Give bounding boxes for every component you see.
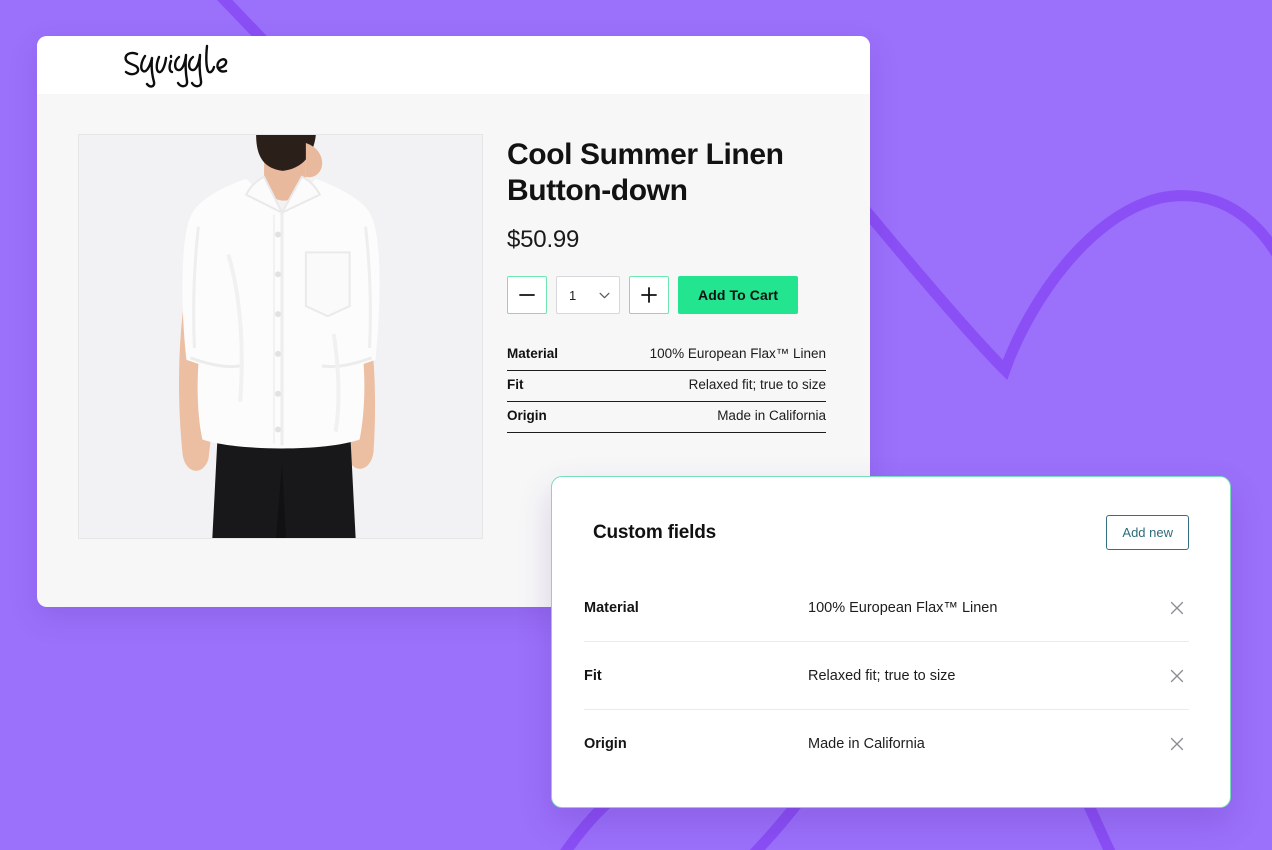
list-item: Material 100% European Flax™ Linen [584, 574, 1189, 642]
custom-field-value: Relaxed fit; true to size [808, 667, 956, 684]
close-icon [1170, 737, 1184, 751]
product-photo-illustration [79, 135, 482, 538]
custom-field-value: 100% European Flax™ Linen [808, 599, 998, 616]
chevron-down-icon [599, 292, 610, 298]
product-image[interactable] [78, 134, 483, 539]
table-row: Origin Made in California [507, 402, 826, 433]
spec-value: Made in California [717, 408, 826, 423]
custom-field-value: Made in California [808, 736, 925, 752]
quantity-decrease-button[interactable] [507, 276, 547, 314]
close-icon [1170, 669, 1184, 682]
logo-script-mark [124, 44, 228, 88]
custom-fields-header: Custom fields Add new [552, 477, 1230, 550]
table-row: Fit Relaxed fit; true to size [507, 371, 826, 402]
squiggle-logo[interactable] [121, 42, 231, 88]
table-row: Material 100% European Flax™ Linen [507, 340, 826, 371]
remove-field-button[interactable] [1165, 732, 1189, 756]
spec-label: Fit [507, 377, 524, 392]
spec-value: Relaxed fit; true to size [688, 377, 826, 392]
spec-value: 100% European Flax™ Linen [649, 346, 826, 361]
custom-fields-title: Custom fields [593, 521, 717, 543]
custom-field-label: Fit [584, 667, 602, 684]
remove-field-button[interactable] [1165, 596, 1189, 620]
plus-icon [641, 287, 657, 303]
custom-field-label: Origin [584, 736, 627, 752]
custom-fields-panel: Custom fields Add new Material 100% Euro… [551, 476, 1231, 808]
add-new-button[interactable]: Add new [1106, 515, 1189, 550]
page-root: Cool Summer Linen Button-down $50.99 1 A… [0, 0, 1272, 850]
purchase-controls: 1 Add To Cart [507, 276, 826, 314]
add-to-cart-button[interactable]: Add To Cart [678, 276, 799, 314]
product-spec-table: Material 100% European Flax™ Linen Fit R… [507, 340, 826, 433]
squiggle-stroke-arch-right [856, 190, 1272, 381]
custom-fields-list: Material 100% European Flax™ Linen Fit R… [552, 574, 1230, 778]
store-header [37, 36, 870, 94]
spec-label: Material [507, 346, 559, 361]
product-price: $50.99 [507, 226, 580, 253]
list-item: Origin Made in California [584, 710, 1189, 778]
quantity-select[interactable]: 1 [556, 276, 620, 314]
close-icon [1170, 601, 1184, 614]
page-title: Cool Summer Linen Button-down [507, 138, 784, 207]
custom-field-label: Material [584, 599, 639, 616]
remove-field-button[interactable] [1165, 664, 1189, 688]
spec-label: Origin [507, 408, 547, 423]
quantity-value: 1 [569, 287, 577, 303]
list-item: Fit Relaxed fit; true to size [584, 642, 1189, 710]
minus-icon [519, 294, 535, 296]
quantity-increase-button[interactable] [629, 276, 669, 314]
store-body: Cool Summer Linen Button-down $50.99 1 A… [37, 94, 870, 539]
